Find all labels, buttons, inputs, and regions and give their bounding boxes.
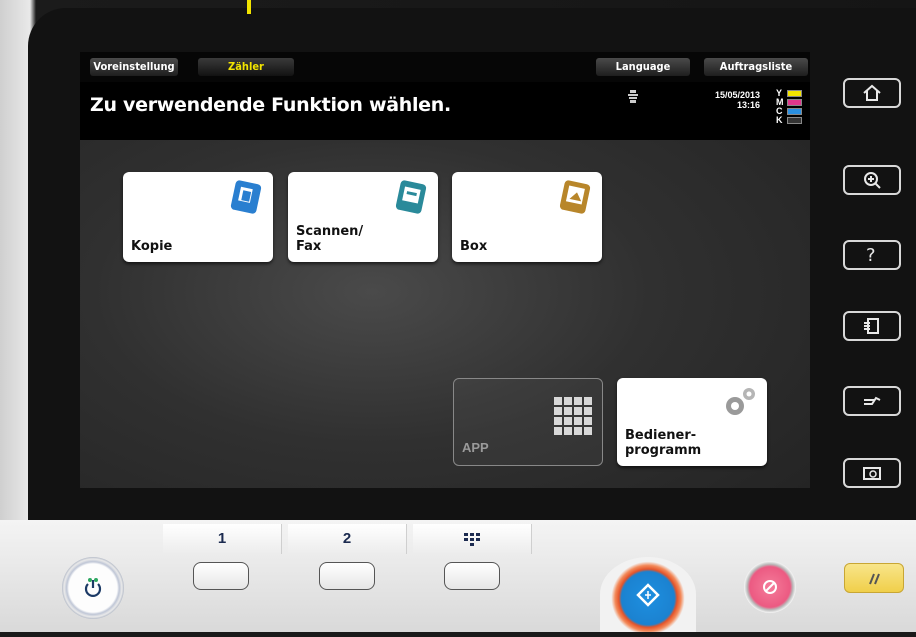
register-key-1[interactable] (193, 562, 249, 590)
date-time: 15/05/2013 13:16 (700, 90, 760, 110)
time-text: 13:16 (736, 100, 760, 110)
keypad-icon (464, 533, 480, 547)
kopie-label: Kopie (131, 239, 173, 254)
home-button[interactable] (843, 78, 901, 108)
stop-icon (763, 580, 777, 594)
reset-button[interactable] (844, 563, 904, 593)
start-button[interactable] (600, 557, 696, 632)
toner-y-bar (787, 90, 802, 97)
help-button[interactable]: ? (843, 240, 901, 270)
copy-icon (230, 180, 262, 214)
power-save-button[interactable] (62, 557, 124, 619)
home-icon (863, 84, 881, 101)
touch-screen: Voreinstellung Zähler Language Auftragsl… (80, 52, 810, 488)
access-icon (864, 396, 881, 405)
scannen-fax-button[interactable]: Scannen/ Fax (288, 172, 438, 262)
svg-text:?: ? (866, 245, 876, 265)
toner-levels: Y M C K (776, 89, 806, 125)
app-grid-icon (554, 397, 592, 435)
gear-icon (726, 388, 755, 415)
top-tab-bar: Voreinstellung Zähler Language Auftragsl… (80, 52, 810, 82)
tab-auftragsliste[interactable]: Auftragsliste (704, 58, 808, 76)
job-button[interactable] (843, 311, 901, 341)
page-title: Zu verwendende Funktion wählen. (90, 94, 451, 116)
guide-button[interactable] (843, 458, 901, 488)
toner-k-bar (787, 117, 802, 124)
register-key-2[interactable] (319, 562, 375, 590)
toner-m-bar (787, 99, 802, 106)
help-icon: ? (866, 245, 876, 265)
bedienerprogramm-label: Bediener- programm (625, 428, 702, 458)
box-button[interactable]: Box (452, 172, 602, 262)
job-icon (864, 318, 879, 334)
toner-c-bar (787, 108, 802, 115)
tab-language[interactable]: Language (596, 58, 690, 76)
scannen-fax-label: Scannen/ Fax (296, 224, 364, 254)
memory-status-icon (628, 90, 638, 103)
reset-icon (869, 573, 880, 585)
box-label: Box (460, 239, 488, 254)
register-key-2-label: 2 (288, 524, 407, 554)
toner-k: K (776, 116, 806, 125)
guide-icon (863, 467, 881, 480)
keypad-key[interactable] (444, 562, 500, 590)
app-label: APP (462, 440, 489, 455)
zoom-button[interactable] (843, 165, 901, 195)
zoom-icon (864, 172, 881, 189)
app-button[interactable]: APP (453, 378, 603, 466)
toner-k-label: K (776, 115, 783, 125)
access-button[interactable] (843, 386, 901, 416)
kopie-button[interactable]: Kopie (123, 172, 273, 262)
start-icon (636, 583, 660, 607)
date-text: 15/05/2013 (714, 90, 760, 100)
register-key-1-label: 1 (163, 524, 282, 554)
tab-zaehler[interactable]: Zähler (198, 58, 294, 76)
keypad-key-label (413, 524, 532, 554)
box-icon (559, 180, 591, 214)
stop-button[interactable] (744, 561, 796, 613)
scan-fax-icon (395, 180, 427, 214)
pointer-marker (247, 0, 251, 14)
power-icon (84, 578, 102, 597)
tab-voreinstellung[interactable]: Voreinstellung (90, 58, 178, 76)
bedienerprogramm-button[interactable]: Bediener- programm (617, 378, 767, 466)
